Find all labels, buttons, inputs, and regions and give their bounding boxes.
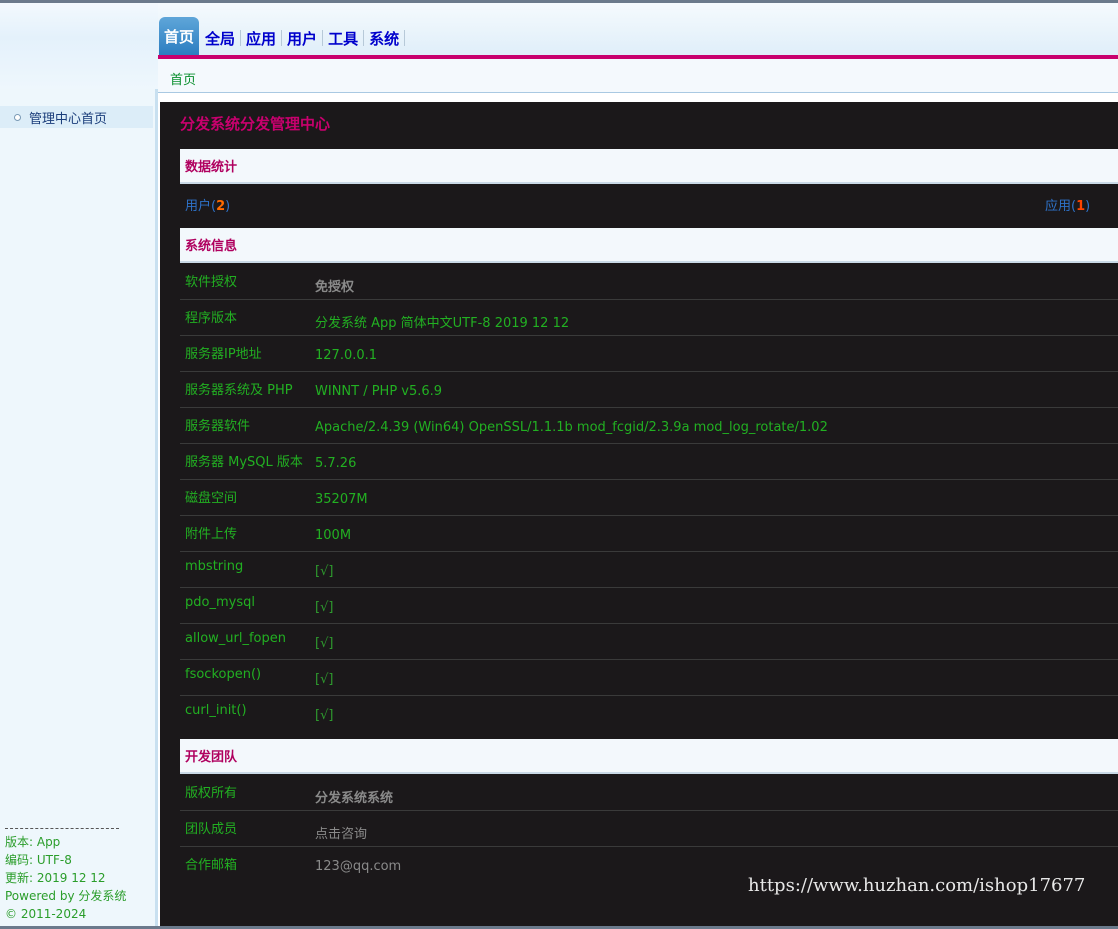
info-key: 服务器系统及 PHP — [185, 383, 293, 398]
info-value: [√] — [315, 708, 334, 723]
info-row-upload: 附件上传 100M — [180, 516, 1118, 552]
sidebar-item-label: 管理中心首页 — [29, 111, 108, 127]
info-key: mbstring — [185, 559, 244, 574]
info-value: 100M — [315, 528, 352, 543]
info-value: 分发系统 App 简体中文UTF-8 2019 12 12 — [315, 316, 570, 331]
footer-copyright: © 2011-2024 — [5, 907, 87, 921]
nav-tab-home[interactable]: 首页 — [159, 17, 200, 56]
footer-divider — [5, 828, 119, 829]
info-row-server-software: 服务器软件 Apache/2.4.39 (Win64) OpenSSL/1.1.… — [180, 408, 1118, 444]
info-key: 附件上传 — [185, 527, 238, 542]
nav-divider — [240, 30, 242, 46]
info-row-mysql: 服务器 MySQL 版本 5.7.26 — [180, 444, 1118, 480]
sidebar-item-admin-home[interactable]: 管理中心首页 — [0, 106, 153, 128]
info-key: 服务器软件 — [185, 419, 251, 434]
page-title: 分发系统分发管理中心 — [180, 115, 331, 133]
info-row-os-php: 服务器系统及 PHP WINNT / PHP v5.6.9 — [180, 372, 1118, 408]
footer-updated: 更新: 2019 12 12 — [5, 871, 106, 885]
info-value: [√] — [315, 636, 334, 651]
breadcrumb: 首页 — [158, 59, 1118, 93]
info-row-mbstring: mbstring [√] — [180, 552, 1118, 588]
header-logo-area — [0, 3, 158, 89]
section-header-sysinfo: 系统信息 — [180, 228, 1118, 263]
nav-tab-apps[interactable]: 应用 — [242, 20, 280, 56]
footer-powered-by: Powered by 分发系统 — [5, 889, 127, 903]
bullet-icon — [14, 113, 21, 121]
contact-link[interactable]: 点击咨询 — [315, 823, 367, 842]
watermark-text: https://www.huzhan.com/ishop17677 — [748, 875, 1086, 896]
info-key: pdo_mysql — [185, 595, 255, 610]
stats-row: 用户(2) 应用(1) — [180, 188, 1118, 218]
email-value: 123@qq.com — [315, 859, 402, 874]
nav-tab-users[interactable]: 用户 — [283, 20, 321, 56]
nav-divider — [322, 30, 324, 46]
info-row-allow-url-fopen: allow_url_fopen [√] — [180, 624, 1118, 660]
nav-tab-tools[interactable]: 工具 — [324, 20, 362, 56]
info-value: [√] — [315, 564, 334, 579]
info-value: 免授权 — [315, 280, 355, 295]
users-stat-link[interactable]: 用户(2) — [185, 195, 230, 214]
info-value: 分发系统系统 — [315, 791, 394, 806]
info-key: curl_init() — [185, 703, 247, 718]
apps-stat-link[interactable]: 应用(1) — [1045, 195, 1090, 214]
info-row-curl-init: curl_init() [√] — [180, 696, 1118, 732]
nav-divider — [404, 30, 406, 46]
info-row-copyright: 版权所有 分发系统系统 — [180, 775, 1118, 811]
info-key: 磁盘空间 — [185, 491, 238, 506]
info-key: 合作邮箱 — [185, 858, 238, 873]
nav-divider — [363, 30, 365, 46]
users-stat-label: 用户 — [185, 199, 212, 214]
nav-tab-system[interactable]: 系统 — [365, 20, 403, 56]
breadcrumb-home-link[interactable]: 首页 — [170, 69, 196, 88]
footer-version: 版本: App — [5, 835, 61, 849]
info-key: allow_url_fopen — [185, 631, 286, 646]
nav-tab-global[interactable]: 全局 — [201, 20, 239, 56]
info-key: fsockopen() — [185, 667, 262, 682]
apps-count: 1 — [1076, 199, 1086, 214]
info-value: 35207M — [315, 492, 368, 507]
section-header-stats: 数据统计 — [180, 149, 1118, 184]
users-count: 2 — [216, 199, 226, 214]
info-key: 程序版本 — [185, 311, 238, 326]
sidebar: 管理中心首页 版本: App 编码: UTF-8 更新: 2019 12 12 … — [0, 89, 158, 926]
info-row-disk: 磁盘空间 35207M — [180, 480, 1118, 516]
section-header-team: 开发团队 — [180, 739, 1118, 774]
info-row-pdo-mysql: pdo_mysql [√] — [180, 588, 1118, 624]
info-value: [√] — [315, 672, 334, 687]
info-row-license: 软件授权 免授权 — [180, 264, 1118, 300]
info-value: 5.7.26 — [315, 456, 357, 471]
info-row-server-ip: 服务器IP地址 127.0.0.1 — [180, 336, 1118, 372]
info-value: WINNT / PHP v5.6.9 — [315, 384, 443, 399]
info-key: 版权所有 — [185, 786, 238, 801]
nav-divider — [281, 30, 283, 46]
info-key: 服务器 MySQL 版本 — [185, 455, 303, 470]
info-key: 服务器IP地址 — [185, 347, 262, 362]
apps-stat-label: 应用 — [1045, 199, 1072, 214]
main-nav: 首页 全局 应用 用户 工具 系统 — [159, 17, 406, 56]
info-row-version: 程序版本 分发系统 App 简体中文UTF-8 2019 12 12 — [180, 300, 1118, 336]
main-content: 分发系统分发管理中心 数据统计 用户(2) 应用(1) 系统信息 软件授权 免授… — [160, 102, 1118, 926]
info-value: [√] — [315, 600, 334, 615]
sidebar-footer: 版本: App 编码: UTF-8 更新: 2019 12 12 Powered… — [5, 828, 127, 923]
info-row-team-members: 团队成员 点击咨询 — [180, 811, 1118, 847]
footer-encoding: 编码: UTF-8 — [5, 853, 72, 867]
info-value: 127.0.0.1 — [315, 348, 378, 363]
info-key: 团队成员 — [185, 822, 238, 837]
info-row-fsockopen: fsockopen() [√] — [180, 660, 1118, 696]
info-key: 软件授权 — [185, 275, 238, 290]
info-value: Apache/2.4.39 (Win64) OpenSSL/1.1.1b mod… — [315, 420, 828, 435]
